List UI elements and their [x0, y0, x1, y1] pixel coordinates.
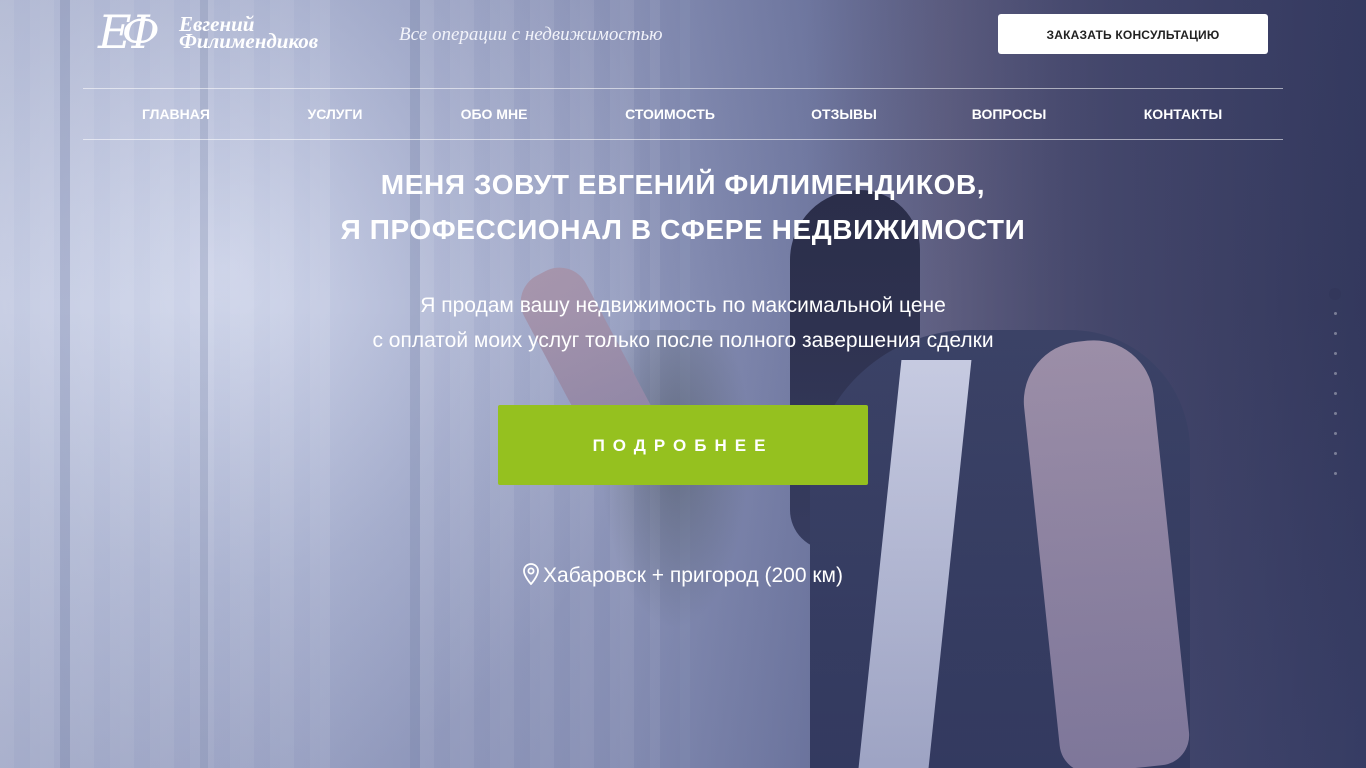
logo-name: Евгений Филимендиков: [179, 14, 319, 53]
nav-item-reviews[interactable]: ОТЗЫВЫ: [811, 89, 877, 139]
nav-item-pricing[interactable]: СТОИМОСТЬ: [625, 89, 715, 139]
pager-dot[interactable]: [1334, 472, 1337, 475]
more-details-button[interactable]: ПОДРОБНЕЕ: [498, 405, 868, 485]
main-nav: ГЛАВНАЯ УСЛУГИ ОБО МНЕ СТОИМОСТЬ ОТЗЫВЫ …: [83, 88, 1283, 140]
pager-dot[interactable]: [1334, 392, 1337, 395]
hero-headline-line1: МЕНЯ ЗОВУТ ЕВГЕНИЙ ФИЛИМЕНДИКОВ,: [380, 169, 986, 200]
hero-subheadline: Я продам вашу недвижимость по максимальн…: [0, 288, 1366, 358]
nav-item-faq[interactable]: ВОПРОСЫ: [972, 89, 1047, 139]
hero-subheadline-line2: с оплатой моих услуг только после полног…: [372, 329, 994, 352]
pager-dot[interactable]: [1334, 332, 1337, 335]
hero-subheadline-line1: Я продам вашу недвижимость по максимальн…: [420, 294, 946, 317]
header-tagline: Все операции с недвижимостью: [399, 24, 663, 45]
pager-dot[interactable]: [1334, 432, 1337, 435]
map-pin-icon: [523, 563, 539, 586]
nav-item-home[interactable]: ГЛАВНАЯ: [142, 89, 210, 139]
nav-item-about[interactable]: ОБО МНЕ: [461, 89, 528, 139]
pager-dot[interactable]: [1334, 372, 1337, 375]
nav-item-services[interactable]: УСЛУГИ: [307, 89, 362, 139]
location-text: Хабаровск + пригород (200 км): [543, 564, 843, 587]
logo-monogram: ЕФ: [98, 5, 160, 59]
pager-dot[interactable]: [1334, 452, 1337, 455]
logo-last-name: Филимендиков: [179, 29, 319, 53]
location-info: Хабаровск + пригород (200 км): [0, 563, 1366, 588]
order-consultation-button[interactable]: ЗАКАЗАТЬ КОНСУЛЬТАЦИЮ: [998, 14, 1268, 54]
pager-dot[interactable]: [1334, 352, 1337, 355]
hero-headline-line2: Я ПРОФЕССИОНАЛ В СФЕРЕ НЕДВИЖИМОСТИ: [340, 214, 1026, 245]
pager-dot[interactable]: [1334, 412, 1337, 415]
nav-item-contacts[interactable]: КОНТАКТЫ: [1144, 89, 1222, 139]
logo[interactable]: ЕФ Евгений Филимендиков: [98, 0, 348, 72]
hero-headline: МЕНЯ ЗОВУТ ЕВГЕНИЙ ФИЛИМЕНДИКОВ, Я ПРОФЕ…: [0, 162, 1366, 252]
pager-dot-active[interactable]: [1329, 288, 1341, 300]
pager-dot[interactable]: [1334, 312, 1337, 315]
